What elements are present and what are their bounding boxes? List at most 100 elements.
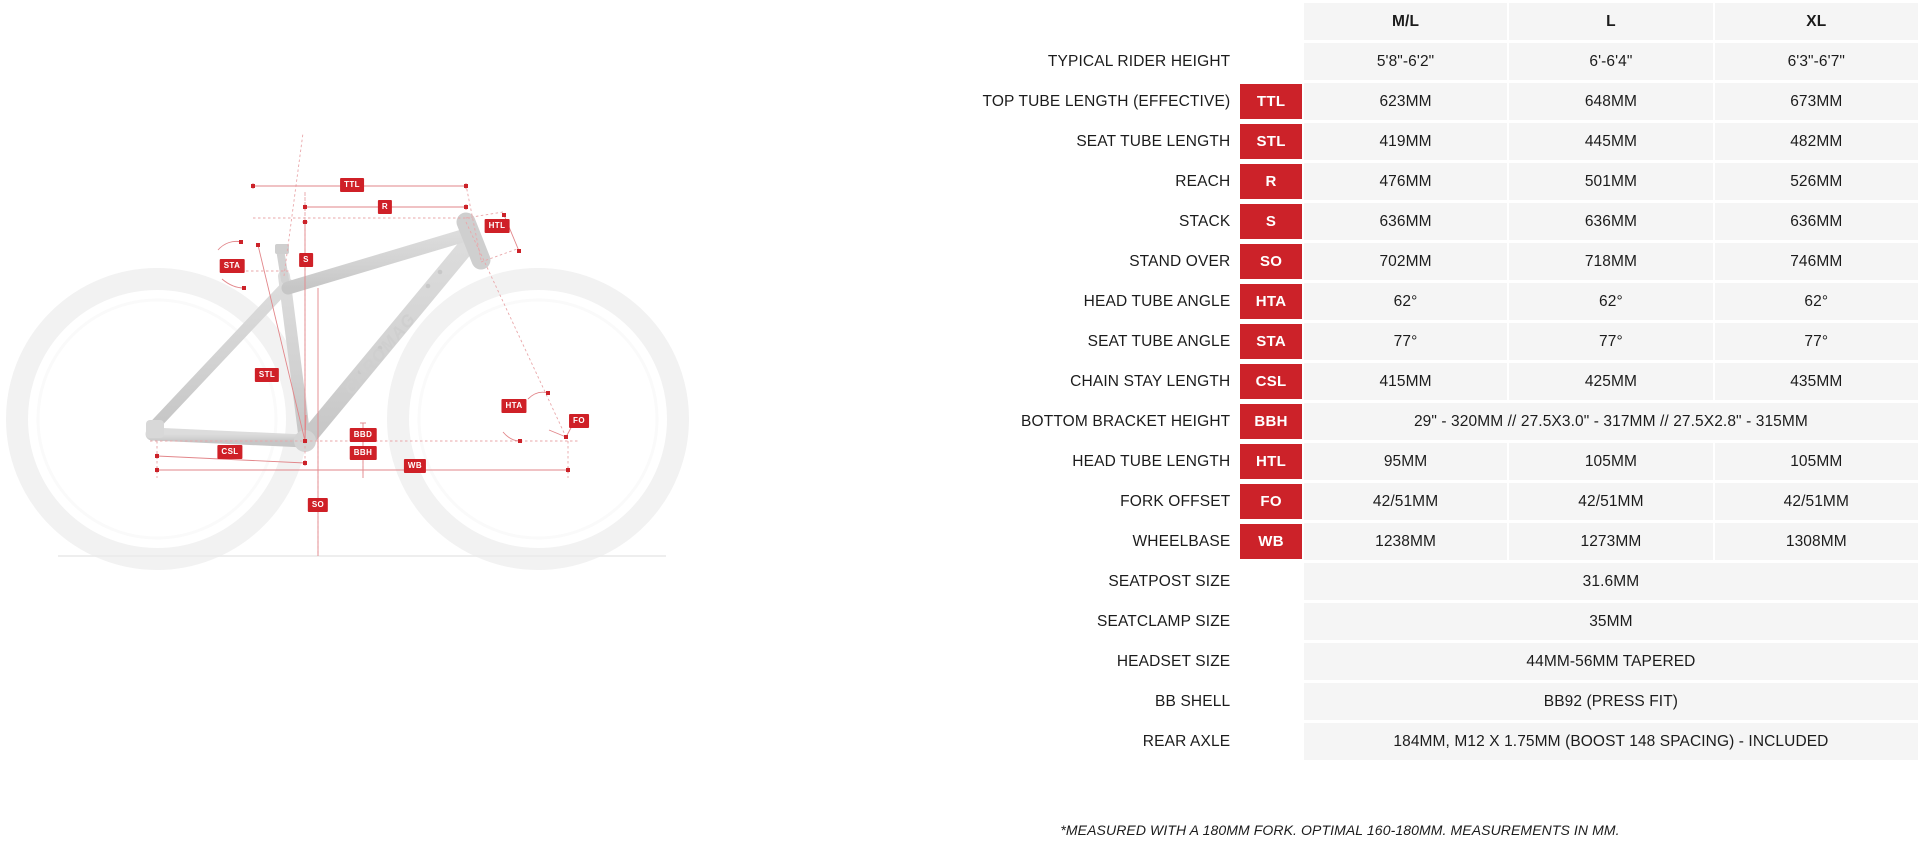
- table-row: BOTTOM BRACKET HEIGHT BBH 29" - 320MM // 2…: [762, 403, 1918, 440]
- code-badge-empty: [1240, 44, 1302, 79]
- row-value-spanned: 29" - 320MM // 27.5X3.0" - 317MM // 27.5…: [1303, 403, 1918, 440]
- table-row: SEAT TUBE ANGLE STA 77° 77° 77°: [762, 323, 1918, 360]
- row-label: CHAIN STAY LENGTH: [1070, 372, 1231, 390]
- row-value-2: 636MM: [1509, 203, 1713, 240]
- bike-geometry-diagram: CHROMAG TTL R HTL STA S STL HTA FO BBD B…: [0, 0, 760, 855]
- row-value-2: 425MM: [1509, 363, 1713, 400]
- code-badge-bbh: BBH: [1240, 404, 1302, 439]
- code-badge-htl: HTL: [1240, 444, 1302, 479]
- row-value-1: 42/51MM: [1303, 483, 1508, 520]
- code-badge-csl: CSL: [1240, 364, 1302, 399]
- row-value-1: 95MM: [1303, 443, 1508, 480]
- row-value-spanned: 44MM-56MM TAPERED: [1303, 643, 1918, 680]
- table-row: HEADSET SIZE 44MM-56MM TAPERED: [762, 643, 1918, 680]
- row-value-3: 1308MM: [1714, 523, 1918, 560]
- chip-csl: CSL: [217, 445, 243, 459]
- row-label: SEAT TUBE LENGTH: [1076, 132, 1231, 150]
- row-label: HEADSET SIZE: [1116, 652, 1231, 670]
- row-value-3: 482MM: [1714, 123, 1918, 160]
- code-badge-s: S: [1240, 204, 1302, 239]
- row-value-2: 445MM: [1509, 123, 1713, 160]
- code-badge-fo: FO: [1240, 484, 1302, 519]
- row-value-3: 673MM: [1714, 83, 1918, 120]
- column-header-2: L: [1509, 3, 1713, 40]
- row-label: HEAD TUBE ANGLE: [1083, 292, 1231, 310]
- row-label: REAR AXLE: [1142, 732, 1231, 750]
- code-badge-r: R: [1240, 164, 1302, 199]
- row-value-1: 623MM: [1303, 83, 1508, 120]
- chip-stl: STL: [254, 368, 280, 382]
- row-value-3: 435MM: [1714, 363, 1918, 400]
- row-label: WHEELBASE: [1132, 532, 1231, 550]
- row-value-1: 702MM: [1303, 243, 1508, 280]
- row-value-2: 6'-6'4": [1509, 43, 1713, 80]
- chip-s: S: [299, 253, 313, 267]
- row-label: BB SHELL: [1155, 692, 1231, 710]
- column-header-3: XL: [1714, 3, 1918, 40]
- row-value-2: 501MM: [1509, 163, 1713, 200]
- row-value-1: 77°: [1303, 323, 1508, 360]
- code-badge-wb: WB: [1240, 524, 1302, 559]
- row-value-1: 419MM: [1303, 123, 1508, 160]
- row-code-cell: S: [1240, 203, 1302, 240]
- row-code-cell: HTL: [1240, 443, 1302, 480]
- chip-wb: WB: [403, 459, 427, 473]
- table-row: WHEELBASE WB 1238MM 1273MM 1308MM: [762, 523, 1918, 560]
- row-label: SEATPOST SIZE: [1108, 572, 1231, 590]
- row-value-1: 476MM: [1303, 163, 1508, 200]
- code-badge-empty: [1240, 724, 1302, 759]
- row-value-3: 77°: [1714, 323, 1918, 360]
- row-value-spanned: 184MM, M12 X 1.75MM (BOOST 148 SPACING) …: [1303, 723, 1918, 760]
- row-code-cell: [1240, 603, 1302, 640]
- chip-bbh: BBH: [349, 446, 377, 460]
- row-value-2: 718MM: [1509, 243, 1713, 280]
- chip-sta: STA: [219, 259, 245, 273]
- row-value-2: 1273MM: [1509, 523, 1713, 560]
- geometry-table: M/L L XL TYPICAL RIDER HEIGHT 5'8"-6'2" 6'-6'…: [760, 0, 1920, 763]
- header-spacer: [762, 3, 1238, 40]
- table-row: SEAT TUBE LENGTH STL 419MM 445MM 482MM: [762, 123, 1918, 160]
- chip-ttl: TTL: [340, 178, 364, 192]
- row-value-1: 1238MM: [1303, 523, 1508, 560]
- table-row: SEATCLAMP SIZE 35MM: [762, 603, 1918, 640]
- row-value-spanned: BB92 (PRESS FIT): [1303, 683, 1918, 720]
- row-label: FORK OFFSET: [1120, 492, 1231, 510]
- row-label: TOP TUBE LENGTH (EFFECTIVE): [982, 92, 1231, 110]
- row-code-cell: [1240, 723, 1302, 760]
- row-code-cell: SO: [1240, 243, 1302, 280]
- row-value-2: 77°: [1509, 323, 1713, 360]
- row-label: HEAD TUBE LENGTH: [1072, 452, 1231, 470]
- table-header-row: M/L L XL: [762, 3, 1918, 40]
- row-code-cell: [1240, 563, 1302, 600]
- table-row: HEAD TUBE LENGTH HTL 95MM 105MM 105MM: [762, 443, 1918, 480]
- table-row: SEATPOST SIZE 31.6MM: [762, 563, 1918, 600]
- chip-fo: FO: [569, 414, 589, 428]
- dim-wb: [156, 467, 569, 473]
- row-value-3: 62°: [1714, 283, 1918, 320]
- row-label: REACH: [1175, 172, 1231, 190]
- row-label: SEAT TUBE ANGLE: [1087, 332, 1231, 350]
- row-code-cell: TTL: [1240, 83, 1302, 120]
- row-value-2: 105MM: [1509, 443, 1713, 480]
- table-row: FORK OFFSET FO 42/51MM 42/51MM 42/51MM: [762, 483, 1918, 520]
- chip-so: SO: [307, 498, 329, 512]
- chip-htl: HTL: [484, 219, 510, 233]
- code-badge-empty: [1240, 684, 1302, 719]
- row-code-cell: BBH: [1240, 403, 1302, 440]
- code-badge-empty: [1240, 644, 1302, 679]
- code-badge-ttl: TTL: [1240, 84, 1302, 119]
- row-code-cell: [1240, 643, 1302, 680]
- row-code-cell: WB: [1240, 523, 1302, 560]
- bike-diagram-svg: CHROMAG: [6, 132, 689, 570]
- row-code-cell: HTA: [1240, 283, 1302, 320]
- row-code-cell: R: [1240, 163, 1302, 200]
- row-code-cell: STL: [1240, 123, 1302, 160]
- table-row: CHAIN STAY LENGTH CSL 415MM 425MM 435MM: [762, 363, 1918, 400]
- row-code-cell: STA: [1240, 323, 1302, 360]
- geometry-table-pane: M/L L XL TYPICAL RIDER HEIGHT 5'8"-6'2" 6'-6'…: [760, 0, 1920, 855]
- row-value-spanned: 31.6MM: [1303, 563, 1918, 600]
- table-row: TOP TUBE LENGTH (EFFECTIVE) TTL 623MM 648MM…: [762, 83, 1918, 120]
- header-code-spacer: [1240, 3, 1302, 40]
- code-badge-empty: [1240, 604, 1302, 639]
- measurement-footnote: *MEASURED WITH A 180MM FORK. OPTIMAL 160…: [1060, 822, 1620, 838]
